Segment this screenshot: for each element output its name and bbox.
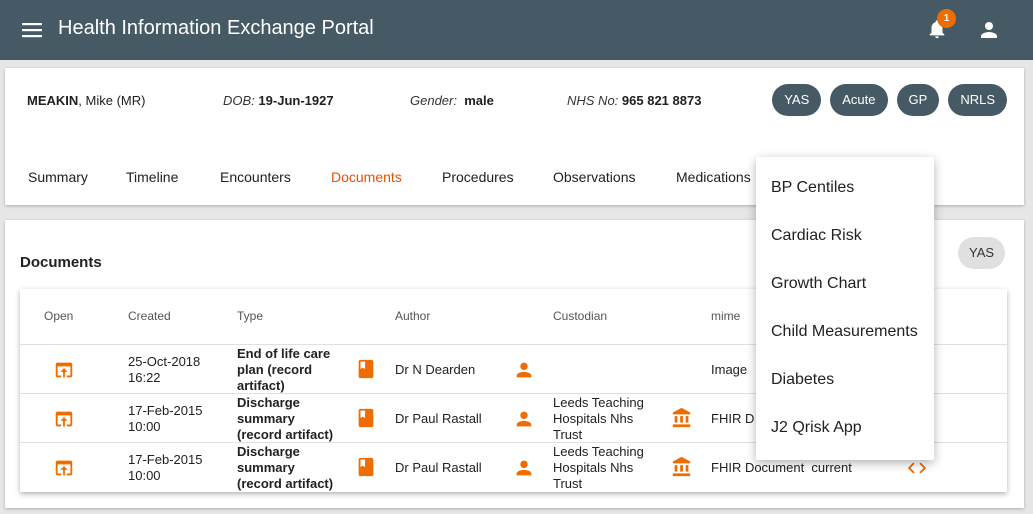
type-cell: Discharge summary (record artifact) bbox=[237, 444, 334, 491]
tab-timeline[interactable]: Timeline bbox=[126, 169, 178, 185]
type-cell: End of life care plan (record artifact) bbox=[237, 346, 331, 393]
custodian-cell: Leeds Teaching Hospitals Nhs Trust bbox=[553, 395, 644, 442]
chip-gp[interactable]: GP bbox=[896, 84, 940, 116]
created-cell: 25-Oct-2018 16:22 bbox=[128, 354, 201, 385]
mime-cell: FHIR Document current bbox=[711, 460, 852, 475]
person-icon bbox=[516, 411, 532, 427]
app-title: Health Information Exchange Portal bbox=[58, 17, 374, 39]
tab-procedures[interactable]: Procedures bbox=[442, 169, 514, 185]
header-mime[interactable]: mime bbox=[711, 309, 740, 323]
menu-item-cardiac-risk[interactable]: Cardiac Risk bbox=[756, 212, 934, 260]
tab-observations[interactable]: Observations bbox=[553, 169, 635, 185]
header-custodian[interactable]: Custodian bbox=[553, 309, 607, 323]
tab-encounters[interactable]: Encounters bbox=[220, 169, 291, 185]
mime-cell: FHIR D bbox=[711, 411, 755, 426]
book-icon bbox=[358, 408, 374, 428]
header-author[interactable]: Author bbox=[395, 309, 430, 323]
type-cell: Discharge summary (record artifact) bbox=[237, 395, 334, 442]
tab-summary[interactable]: Summary bbox=[28, 169, 88, 185]
notification-badge: 1 bbox=[937, 9, 956, 28]
bank-icon bbox=[672, 407, 691, 428]
book-icon bbox=[358, 457, 374, 477]
patient-gender: Gender: male bbox=[410, 93, 494, 108]
tab-medications[interactable]: Medications bbox=[676, 169, 751, 185]
open-in-browser-icon[interactable] bbox=[53, 457, 75, 479]
hamburger-icon[interactable] bbox=[22, 20, 42, 40]
author-cell: Dr N Dearden bbox=[395, 362, 476, 377]
chip-nrls[interactable]: NRLS bbox=[948, 84, 1007, 116]
bank-icon bbox=[672, 456, 691, 477]
person-icon bbox=[516, 460, 532, 476]
patient-dob: DOB: 19-Jun-1927 bbox=[223, 93, 334, 108]
author-cell: Dr Paul Rastall bbox=[395, 460, 482, 475]
custodian-cell: Leeds Teaching Hospitals Nhs Trust bbox=[553, 444, 644, 491]
person-icon bbox=[516, 362, 532, 378]
header-created[interactable]: Created bbox=[128, 309, 171, 323]
mime-cell: Image bbox=[711, 362, 748, 377]
menu-item-j2-qrisk-app[interactable]: J2 Qrisk App bbox=[756, 404, 934, 452]
header-type[interactable]: Type bbox=[237, 309, 263, 323]
book-icon bbox=[358, 359, 374, 379]
open-in-browser-icon[interactable] bbox=[53, 408, 75, 430]
patient-name: MEAKIN, Mike (MR) bbox=[27, 93, 146, 108]
documents-title: Documents bbox=[20, 254, 102, 271]
open-in-browser-icon[interactable] bbox=[53, 359, 75, 381]
tab-documents[interactable]: Documents bbox=[331, 169, 402, 185]
documents-source-chip[interactable]: YAS bbox=[958, 237, 1006, 269]
created-cell: 17-Feb-2015 10:00 bbox=[128, 403, 203, 434]
patient-nhs-number: NHS No: 965 821 8873 bbox=[567, 93, 702, 108]
author-cell: Dr Paul Rastall bbox=[395, 411, 482, 426]
menu-item-bp-centiles[interactable]: BP Centiles bbox=[756, 164, 934, 212]
chip-yas[interactable]: YAS bbox=[772, 84, 822, 116]
menu-item-child-measurements[interactable]: Child Measurements bbox=[756, 308, 934, 356]
code-icon[interactable] bbox=[906, 457, 928, 479]
created-cell: 17-Feb-2015 10:00 bbox=[128, 452, 203, 483]
apps-dropdown-menu: BP Centiles Cardiac Risk Growth Chart Ch… bbox=[756, 157, 934, 460]
source-chips: YAS Acute GP NRLS bbox=[772, 84, 1007, 116]
menu-item-diabetes[interactable]: Diabetes bbox=[756, 356, 934, 404]
header-open[interactable]: Open bbox=[44, 309, 73, 323]
menu-item-growth-chart[interactable]: Growth Chart bbox=[756, 260, 934, 308]
app-bar: Health Information Exchange Portal 1 bbox=[0, 0, 1033, 60]
chip-acute[interactable]: Acute bbox=[830, 84, 888, 116]
account-icon[interactable] bbox=[977, 18, 1001, 42]
